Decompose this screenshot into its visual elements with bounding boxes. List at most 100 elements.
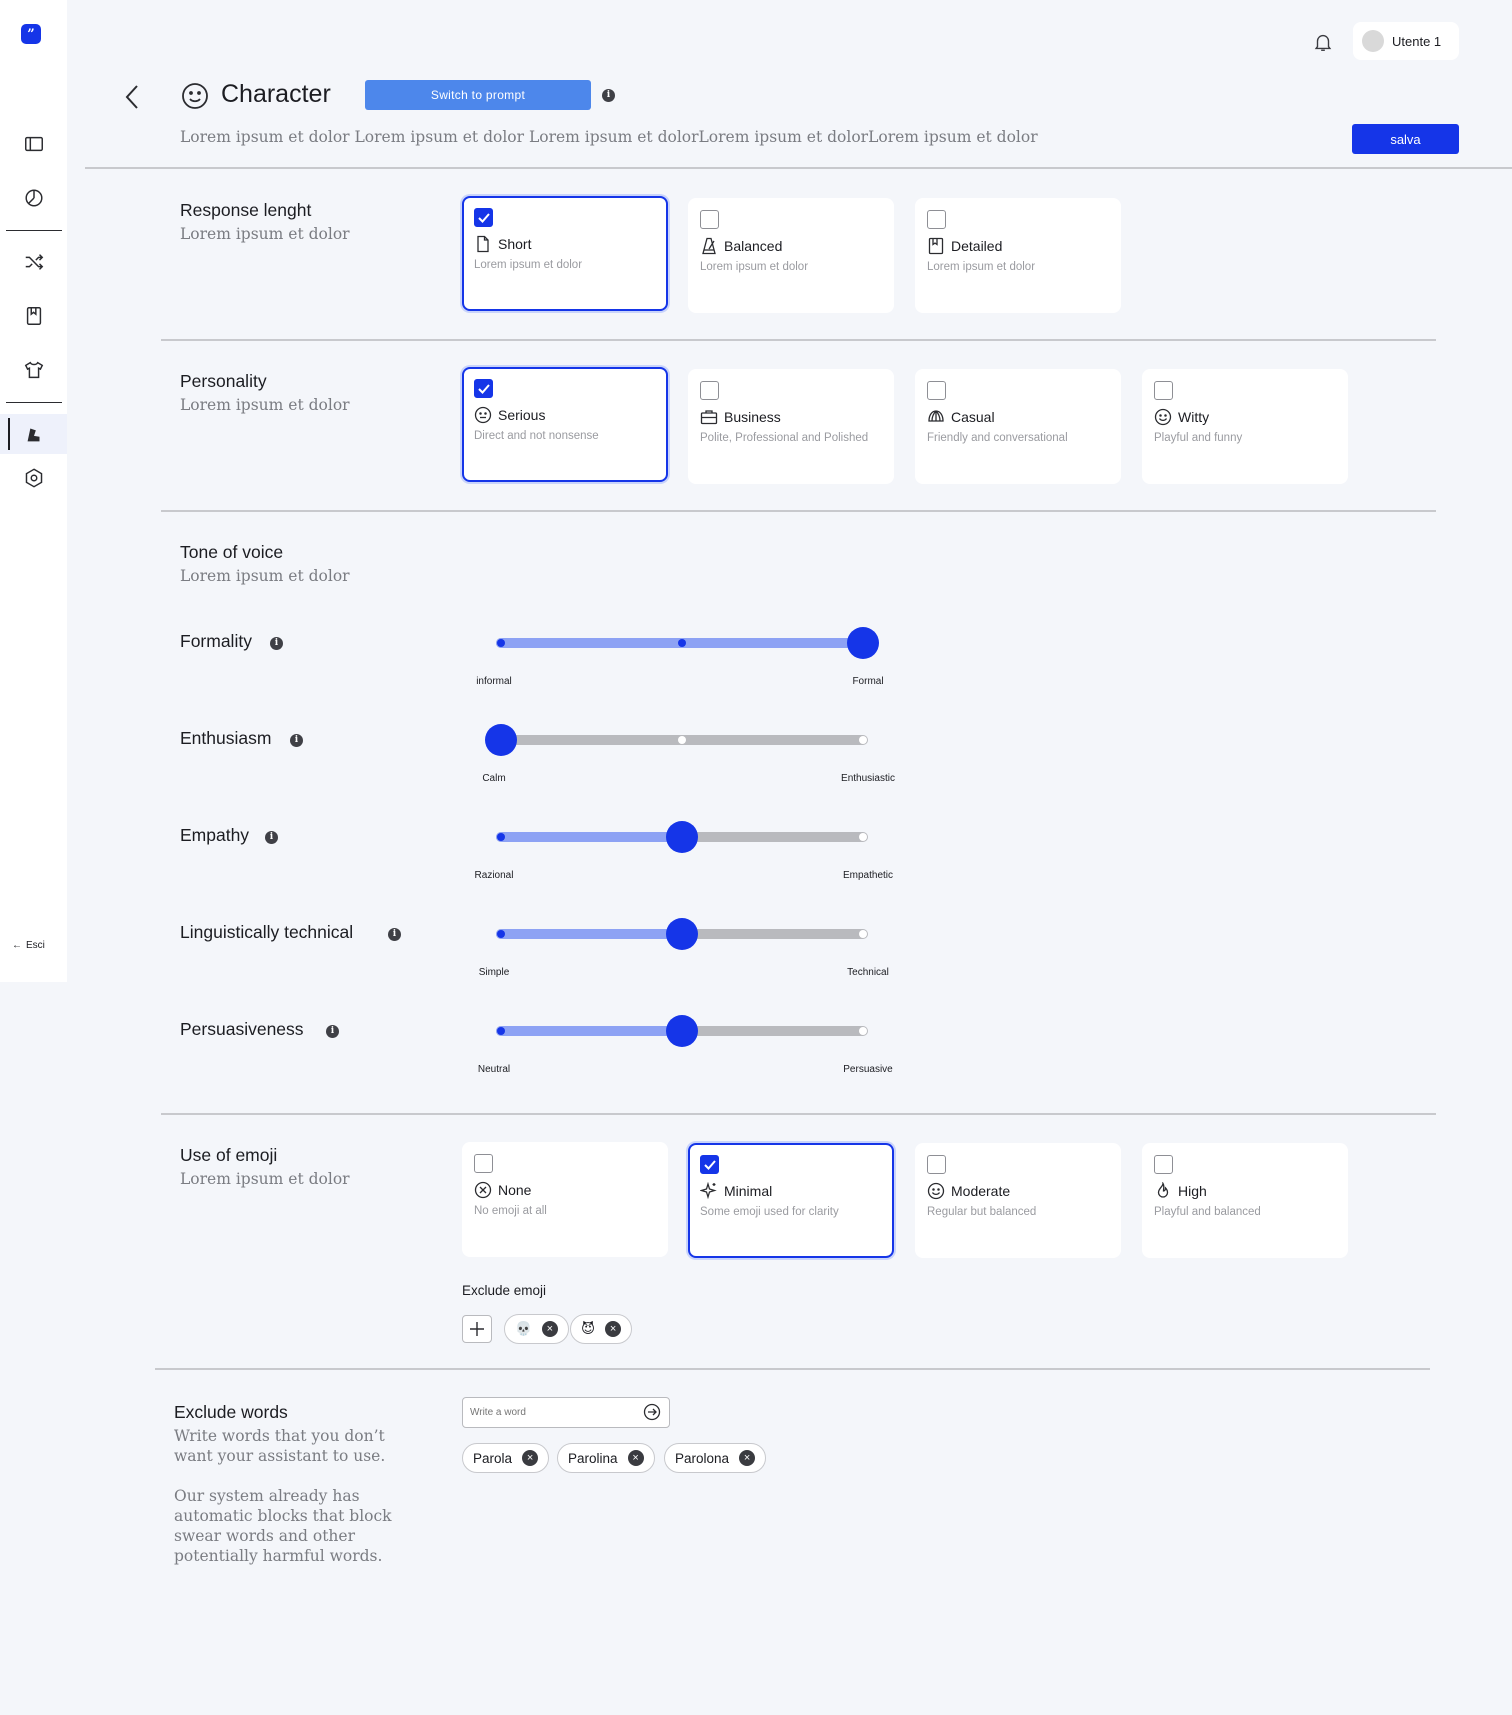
checkbox[interactable] [1154,381,1173,400]
remove-icon[interactable]: × [627,1450,644,1466]
emoji-chip: 😈 × [570,1314,633,1344]
option-label: Detailed [951,238,1003,254]
slider-fill [496,1026,682,1036]
info-icon[interactable]: i [290,734,303,747]
switch-to-prompt-button[interactable]: Switch to prompt [365,80,591,110]
section-title-personality: Personality [180,371,267,391]
slider-track[interactable] [496,627,879,659]
emoji-chip: 💀 × [504,1314,569,1344]
checkbox[interactable] [474,1154,493,1173]
option-card-balanced[interactable]: Balanced Lorem ipsum et dolor [688,198,894,313]
remove-icon[interactable]: × [605,1321,622,1337]
option-card-witty[interactable]: Witty Playful and funny [1142,369,1348,484]
logo: ” [21,24,41,44]
slider-max-label: Persuasive [843,1064,893,1075]
sidebar-settings-icon[interactable] [0,458,67,498]
option-card-casual[interactable]: Casual Friendly and conversational [915,369,1121,484]
slider-max-label: Formal [852,676,884,687]
slider-max-label: Empathetic [842,870,894,881]
slider-label-text: Persuasiveness [180,1019,304,1039]
smile-icon [1154,408,1172,426]
checkbox[interactable] [927,1155,946,1174]
section-title-exclude-words: Exclude words [174,1402,288,1422]
option-card-business[interactable]: Business Polite, Professional and Polish… [688,369,894,484]
option-desc: Playful and funny [1154,432,1243,444]
option-label: Business [724,409,781,425]
add-emoji-button[interactable] [462,1315,492,1343]
slider-thumb[interactable] [666,821,698,853]
checkbox[interactable] [927,381,946,400]
sidebar-panel-icon[interactable] [0,124,67,164]
checkbox[interactable] [700,381,719,400]
slider-fill [496,929,682,939]
sidebar-shuffle-icon[interactable] [0,242,67,282]
remove-icon[interactable]: × [522,1450,539,1466]
save-button[interactable]: salva [1352,124,1459,154]
info-icon[interactable]: i [602,89,615,102]
remove-icon[interactable]: × [541,1321,558,1337]
checkbox-checked[interactable] [700,1155,719,1174]
slider-thumb[interactable] [666,918,698,950]
checkbox-checked[interactable] [474,208,493,227]
word-chip: Parolona × [664,1443,767,1473]
option-card-minimal[interactable]: Minimal Some emoji used for clarity [688,1143,894,1258]
option-desc: Playful and balanced [1154,1206,1261,1218]
option-card-moderate[interactable]: Moderate Regular but balanced [915,1143,1121,1258]
slider-track[interactable] [496,1015,868,1047]
slider-track[interactable] [496,821,868,853]
slider-max-label: Technical [847,967,889,978]
option-card-serious[interactable]: Serious Direct and not nonsense [462,367,668,482]
arrow-right-circle-icon[interactable] [643,1403,661,1421]
checkbox[interactable] [700,210,719,229]
slider-track[interactable] [485,724,868,756]
option-desc: No emoji at all [474,1205,547,1217]
slider-tick [497,930,505,938]
slider-label-text: Empathy [180,825,250,845]
section-subtitle: Lorem ipsum et dolor [180,567,350,585]
back-arrow-icon[interactable] [124,84,140,110]
slider-thumb[interactable] [847,627,879,659]
info-icon[interactable]: i [388,928,401,941]
info-icon[interactable]: i [265,831,278,844]
option-card-short[interactable]: Short Lorem ipsum et dolor [462,196,668,311]
remove-icon[interactable]: × [739,1450,756,1466]
sidebar-character-icon[interactable] [0,414,67,454]
slider-min-label: Razional [474,870,514,881]
x-circle-icon [474,1181,492,1199]
word-input[interactable] [462,1397,670,1428]
section-subtitle: Lorem ipsum et dolor [180,225,350,243]
sidebar-book-icon[interactable] [0,296,67,336]
bell-icon[interactable] [1312,30,1334,54]
info-icon[interactable]: i [326,1025,339,1038]
word-value: Parolina [568,1450,618,1466]
slider-thumb[interactable] [485,724,517,756]
slider-tick [859,833,867,841]
exit-button[interactable]: ← Esci [12,940,45,951]
slider-thumb[interactable] [666,1015,698,1047]
info-icon[interactable]: i [270,637,283,650]
option-label: High [1178,1183,1207,1199]
option-card-none[interactable]: None No emoji at all [462,1142,668,1257]
user-menu[interactable]: Utente 1 [1353,22,1459,60]
slider-label-text: Formality [180,631,252,651]
slider-label: Persuasiveness [180,1019,304,1040]
briefcase-icon [700,410,718,425]
option-desc: Regular but balanced [927,1206,1037,1218]
option-card-high[interactable]: High Playful and balanced [1142,1143,1348,1258]
checkbox[interactable] [1154,1155,1173,1174]
option-label: None [498,1182,532,1198]
sidebar-chart-icon[interactable] [0,178,67,218]
slider-track[interactable] [496,918,868,950]
slider-min-label: Neutral [477,1064,511,1075]
checkbox-checked[interactable] [474,379,493,398]
page-title: Character [221,80,331,108]
slider-label: Formality [180,631,252,652]
sidebar-shirt-icon[interactable] [0,350,67,390]
word-chip: Parolina × [557,1443,655,1473]
checkbox[interactable] [927,210,946,229]
slider-tick [497,833,505,841]
slider-tick [678,736,686,744]
page-subtitle: Lorem ipsum et dolor Lorem ipsum et dolo… [180,128,1038,146]
option-card-detailed[interactable]: Detailed Lorem ipsum et dolor [915,198,1121,313]
section-title-tone: Tone of voice [180,542,284,562]
